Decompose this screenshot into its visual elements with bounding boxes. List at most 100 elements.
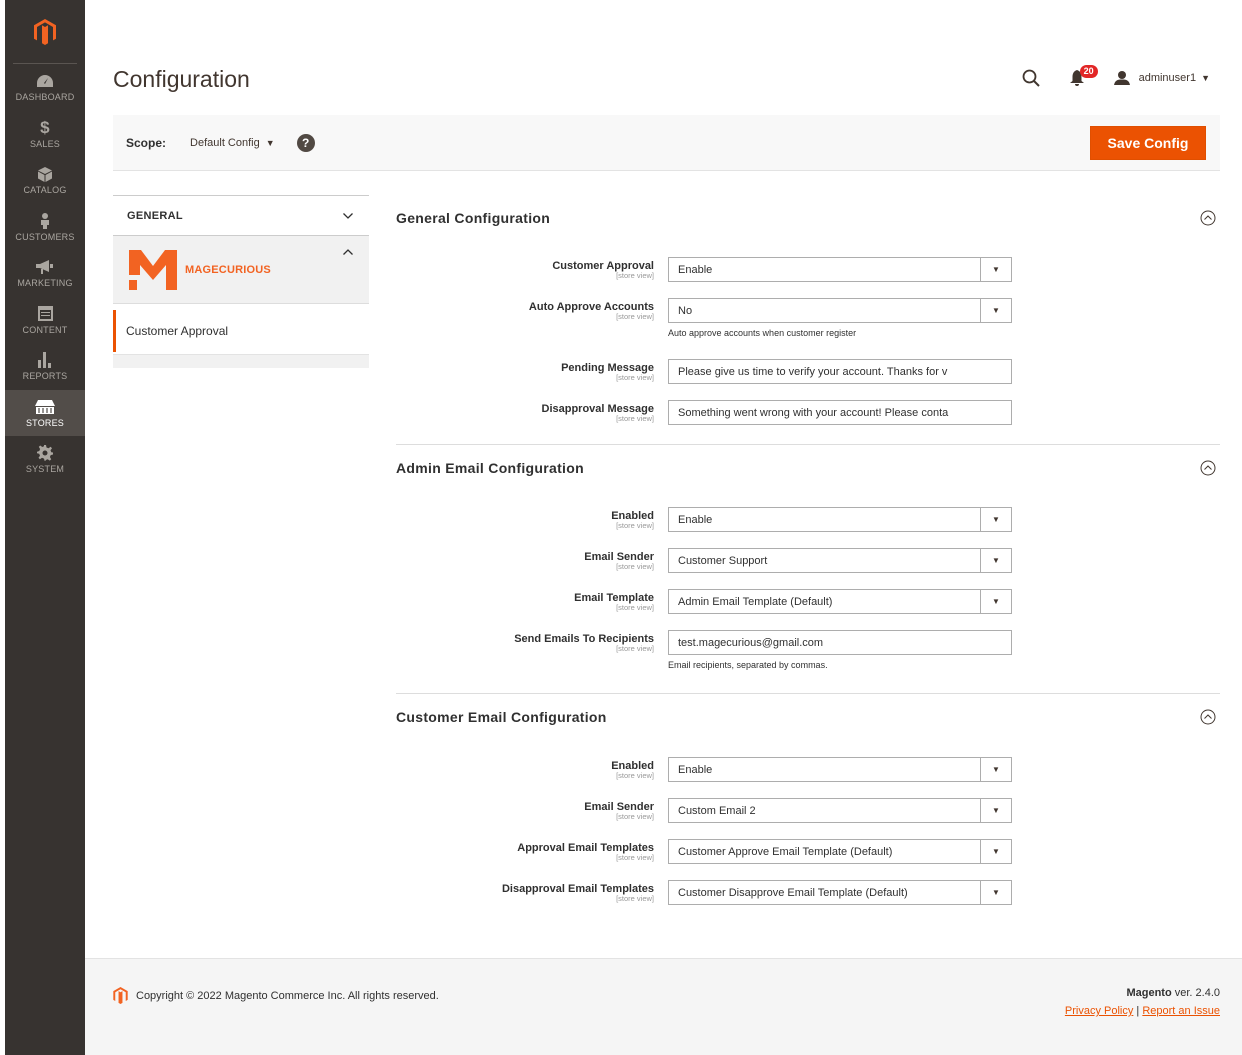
scope-value: Default Config	[190, 136, 260, 149]
content-icon	[37, 305, 53, 323]
select-arrow-icon: ▼	[980, 508, 1011, 531]
help-icon[interactable]: ?	[296, 133, 315, 152]
sidebar-item-dashboard[interactable]: DASHBOARD	[5, 64, 85, 111]
sidebar-item-label: SYSTEM	[25, 464, 65, 475]
sidebar-item-content[interactable]: CONTENT	[5, 297, 85, 344]
sidebar-item-label: STORES	[25, 417, 65, 428]
scope-bar: Scope: Default Config ▼ ? Save Config	[113, 115, 1220, 171]
tab-magecurious[interactable]: MAGECURIOUS	[113, 236, 369, 304]
sidebar-item-label: MARKETING	[17, 278, 73, 289]
sidebar-item-label: REPORTS	[22, 371, 68, 382]
field-auto-approve: Auto Approve Accounts [store view] No ▼ Au…	[396, 298, 1220, 338]
field-scope: [store view]	[616, 603, 654, 612]
scope-label: Scope:	[126, 135, 167, 150]
section-title: Customer Email Configuration	[396, 709, 607, 725]
sidebar-item-customers[interactable]: CUSTOMERS	[5, 204, 85, 251]
collapse-icon	[1200, 709, 1216, 725]
select-value: No	[678, 304, 693, 317]
field-scope: [store view]	[616, 414, 654, 423]
sidebar-item-marketing[interactable]: MARKETING	[5, 250, 85, 297]
sidebar-item-stores[interactable]: STORES	[5, 389, 85, 436]
disapproval-message-input[interactable]: Something went wrong with your account! …	[668, 400, 1012, 425]
config-tabs: GENERAL MAGECURIOUS Customer Approval	[113, 195, 369, 368]
section-customer-email: Customer Email Configuration Enabled [sto…	[396, 694, 1220, 905]
field-scope: [store view]	[616, 644, 654, 653]
field-scope: [store view]	[616, 271, 654, 280]
section-general: General Configuration Customer Approval[…	[396, 195, 1220, 444]
megaphone-icon	[36, 258, 54, 276]
field-admin-email-template: Email Template [store view] Admin Email T…	[396, 589, 1220, 614]
privacy-policy-link[interactable]: Privacy Policy	[1065, 1005, 1133, 1017]
scope-switcher[interactable]: Default Config ▼	[190, 137, 275, 149]
footer-links: Privacy Policy | Report an Issue	[1065, 1005, 1220, 1017]
field-pending-message: Pending Message [store view] Please give …	[396, 359, 1220, 384]
select-arrow-icon: ▼	[980, 881, 1011, 904]
select-arrow-icon: ▼	[980, 258, 1011, 281]
disapproval-templates-select[interactable]: Customer Disapprove Email Template (Defa…	[668, 880, 1012, 905]
magento-logo[interactable]	[13, 0, 77, 64]
select-arrow-icon: ▼	[980, 549, 1011, 572]
customer-email-sender-select[interactable]: Custom Email 2 ▼	[668, 798, 1012, 823]
copyright-text: Copyright © 2022 Magento Commerce Inc. A…	[136, 989, 439, 1002]
admin-email-sender-select[interactable]: Customer Support ▼	[668, 548, 1012, 573]
notifications-button[interactable]: 20	[1069, 65, 1098, 89]
magecurious-m-icon	[129, 249, 177, 290]
select-value: Enable	[678, 763, 713, 776]
select-value: Admin Email Template (Default)	[678, 595, 833, 608]
field-scope: [store view]	[616, 853, 654, 862]
section-admin-email-header[interactable]: Admin Email Configuration	[396, 445, 1220, 491]
bar-chart-icon	[37, 351, 53, 369]
tab-general[interactable]: GENERAL	[113, 195, 369, 236]
report-issue-link[interactable]: Report an Issue	[1142, 1005, 1220, 1017]
admin-enabled-select[interactable]: Enable ▼	[668, 507, 1012, 532]
sidebar-item-sales[interactable]: $ SALES	[5, 111, 85, 158]
sidebar-item-reports[interactable]: REPORTS	[5, 343, 85, 390]
select-arrow-icon: ▼	[980, 758, 1011, 781]
page-title: Configuration	[113, 66, 250, 92]
config-main: General Configuration Customer Approval[…	[396, 195, 1220, 905]
version-info: Magento ver. 2.4.0	[1126, 987, 1220, 999]
magecurious-logo: MAGECURIOUS	[129, 249, 271, 290]
recipients-input[interactable]: test.magecurious@gmail.com	[668, 630, 1012, 655]
sidebar-item-label: SALES	[29, 138, 61, 149]
field-recipients: Send Emails To Recipients [store view] te…	[396, 630, 1220, 670]
field-note: Auto approve accounts when customer regi…	[668, 328, 857, 338]
section-admin-email: Admin Email Configuration Enabled [store …	[396, 445, 1220, 693]
version-text: ver. 2.4.0	[1171, 987, 1220, 999]
caret-down-icon: ▼	[265, 137, 275, 148]
select-arrow-icon: ▼	[980, 590, 1011, 613]
admin-email-template-select[interactable]: Admin Email Template (Default) ▼	[668, 589, 1012, 614]
brand-name: Magento	[1126, 987, 1172, 999]
customer-approval-select[interactable]: Enable ▼	[668, 257, 1012, 282]
pending-message-input[interactable]: Please give us time to verify your accou…	[668, 359, 1012, 384]
auto-approve-select[interactable]: No ▼	[668, 298, 1012, 323]
link-separator: |	[1133, 1005, 1143, 1017]
field-note: Email recipients, separated by commas.	[668, 660, 828, 670]
search-icon[interactable]	[1020, 67, 1042, 89]
section-customer-email-header[interactable]: Customer Email Configuration	[396, 694, 1220, 740]
vendor-name: MAGECURIOUS	[185, 263, 271, 276]
sidebar-item-label: CUSTOMERS	[15, 231, 75, 242]
notifications-badge: 20	[1079, 65, 1098, 78]
section-general-header[interactable]: General Configuration	[396, 195, 1220, 241]
select-arrow-icon: ▼	[980, 799, 1011, 822]
dashboard-icon	[37, 72, 53, 90]
sidebar-item-label: DASHBOARD	[15, 92, 75, 103]
sidebar-item-catalog[interactable]: CATALOG	[5, 157, 85, 204]
person-icon	[40, 212, 50, 230]
customer-enabled-select[interactable]: Enable ▼	[668, 757, 1012, 782]
chevron-up-icon	[343, 249, 353, 255]
sidebar-item-system[interactable]: SYSTEM	[5, 436, 85, 483]
save-config-button[interactable]: Save Config	[1090, 126, 1206, 160]
caret-down-icon: ▼	[1201, 73, 1210, 83]
select-arrow-icon: ▼	[980, 299, 1011, 322]
field-customer-email-sender: Email Sender [store view] Custom Email 2 ▼	[396, 798, 1220, 823]
magento-logo-icon	[34, 18, 56, 45]
tab-customer-approval[interactable]: Customer Approval	[113, 310, 369, 352]
user-menu[interactable]: adminuser1 ▼	[1113, 71, 1210, 85]
approval-templates-select[interactable]: Customer Approve Email Template (Default…	[668, 839, 1012, 864]
app-root: DASHBOARD $ SALES CATALOG CUSTOMERS MARK…	[0, 0, 1242, 1055]
cube-icon	[38, 165, 52, 183]
chevron-down-icon	[343, 212, 353, 219]
gear-icon	[37, 444, 53, 462]
